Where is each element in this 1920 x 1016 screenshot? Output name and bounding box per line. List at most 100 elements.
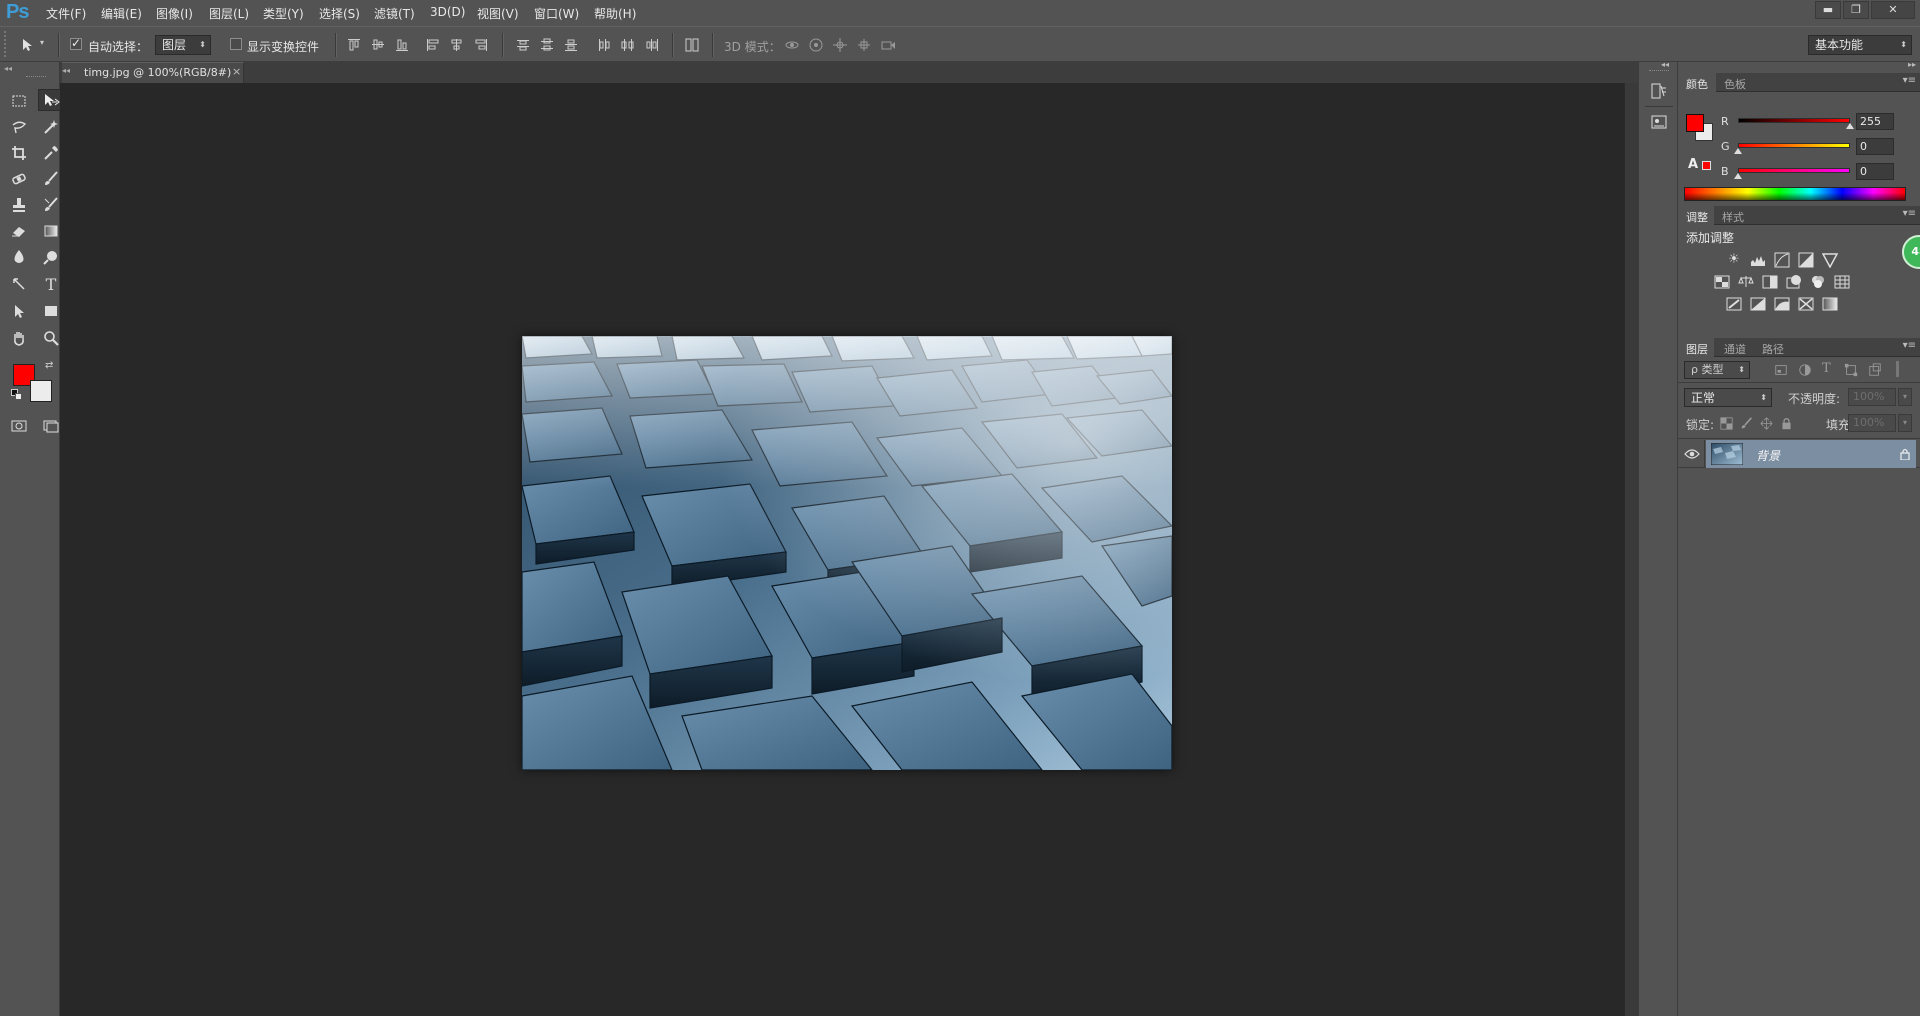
grip-handle[interactable]: [1649, 70, 1669, 71]
blur-tool[interactable]: [6, 246, 32, 268]
collapse-dock-icon[interactable]: ▸▸: [1908, 60, 1916, 69]
exposure-icon[interactable]: [1798, 252, 1814, 268]
background-color-swatch[interactable]: [30, 380, 52, 402]
distribute-right-icon[interactable]: [644, 37, 660, 53]
layer-row[interactable]: 背景: [1678, 440, 1920, 468]
rect-marquee-tool[interactable]: [6, 90, 32, 112]
layer-name[interactable]: 背景: [1756, 447, 1780, 464]
tab-paths[interactable]: 路径: [1762, 341, 1784, 357]
move-tool-preset-icon[interactable]: [20, 37, 36, 53]
gamut-warning-swatch[interactable]: [1702, 161, 1711, 170]
3d-pan-icon[interactable]: [832, 37, 848, 53]
3d-scale-icon[interactable]: [880, 37, 896, 53]
panel-menu-icon[interactable]: ▾≡: [1903, 208, 1916, 219]
align-bottom-icon[interactable]: [394, 37, 410, 53]
channel-mixer-icon[interactable]: [1810, 274, 1826, 290]
menu-help[interactable]: 帮助(H): [594, 5, 636, 22]
distribute-hcenter-icon[interactable]: [620, 37, 636, 53]
filter-shape-icon[interactable]: [1844, 363, 1858, 377]
color-spectrum-ramp[interactable]: [1684, 187, 1906, 201]
close-button[interactable]: ✕: [1871, 1, 1915, 19]
channel-g-track[interactable]: [1738, 143, 1850, 148]
history-panel-icon[interactable]: [1650, 82, 1668, 100]
show-transform-checkbox[interactable]: [230, 38, 242, 50]
channel-b-thumb[interactable]: [1734, 173, 1742, 179]
align-left-icon[interactable]: [425, 37, 441, 53]
filter-type-icon[interactable]: T: [1822, 361, 1831, 376]
auto-select-target-select[interactable]: 图层 ⬍: [155, 35, 211, 55]
fill-input[interactable]: 100%: [1848, 414, 1896, 432]
lasso-tool[interactable]: [6, 116, 32, 138]
curves-icon[interactable]: [1774, 252, 1790, 268]
lock-image-icon[interactable]: [1740, 417, 1753, 430]
tab-swatches[interactable]: 色板: [1724, 76, 1746, 92]
distribute-vcenter-icon[interactable]: [539, 37, 555, 53]
grip-handle[interactable]: [26, 76, 46, 77]
collapse-toolbox-icon[interactable]: ◂◂: [4, 64, 44, 73]
default-colors-icon[interactable]: [11, 389, 23, 401]
channel-g-input[interactable]: 0: [1856, 138, 1894, 155]
hue-saturation-icon[interactable]: [1714, 274, 1730, 290]
layer-filter-kind-select[interactable]: ρ 类型 ⬍: [1684, 361, 1750, 379]
3d-roll-icon[interactable]: [808, 37, 824, 53]
menu-file[interactable]: 文件(F): [46, 5, 86, 22]
photo-filter-icon[interactable]: [1786, 274, 1802, 290]
menu-edit[interactable]: 编辑(E): [101, 5, 142, 22]
3d-orbit-icon[interactable]: [784, 37, 800, 53]
distribute-top-icon[interactable]: [515, 37, 531, 53]
document-tab[interactable]: timg.jpg @ 100%(RGB/8#) ×: [62, 62, 244, 83]
posterize-icon[interactable]: [1750, 296, 1766, 312]
tab-channels[interactable]: 通道: [1724, 341, 1746, 357]
align-vcenter-icon[interactable]: [370, 37, 386, 53]
filter-toggle[interactable]: [1896, 361, 1906, 377]
3d-slide-icon[interactable]: [856, 37, 872, 53]
align-right-icon[interactable]: [473, 37, 489, 53]
lock-position-icon[interactable]: [1760, 417, 1773, 430]
filter-adjustment-icon[interactable]: [1798, 363, 1812, 377]
menu-layer[interactable]: 图层(L): [209, 5, 249, 22]
hand-tool[interactable]: [6, 327, 32, 349]
document-image[interactable]: [522, 336, 1172, 770]
tab-layers[interactable]: 图层: [1686, 341, 1708, 357]
opacity-input[interactable]: 100%: [1848, 388, 1896, 406]
auto-select-checkbox[interactable]: [70, 36, 82, 50]
auto-align-layers-icon[interactable]: [684, 37, 700, 53]
menu-3d[interactable]: 3D(D): [430, 5, 465, 19]
expand-dock-icon[interactable]: ◂◂: [1661, 60, 1669, 69]
filter-pixel-icon[interactable]: [1774, 363, 1788, 377]
lock-all-icon[interactable]: [1780, 417, 1793, 430]
grip-handle[interactable]: [4, 31, 12, 57]
canvas-area[interactable]: [60, 83, 1624, 1016]
panel-menu-icon[interactable]: ▾≡: [1903, 75, 1916, 86]
channel-g-thumb[interactable]: [1734, 148, 1742, 154]
clone-stamp-tool[interactable]: [6, 194, 32, 216]
align-top-icon[interactable]: [346, 37, 362, 53]
quick-mask-tool[interactable]: [6, 415, 32, 437]
eye-visibility-icon[interactable]: [1684, 448, 1700, 460]
channel-b-input[interactable]: 0: [1856, 163, 1894, 180]
menu-type[interactable]: 类型(Y): [263, 5, 304, 22]
color-lookup-icon[interactable]: [1834, 274, 1850, 290]
eraser-tool[interactable]: [6, 220, 32, 242]
menu-view[interactable]: 视图(V): [477, 5, 519, 22]
color-panel-foreground[interactable]: [1686, 114, 1704, 132]
spot-healing-tool[interactable]: [6, 168, 32, 190]
levels-icon[interactable]: [1750, 252, 1766, 268]
lock-transparent-icon[interactable]: [1720, 417, 1733, 430]
menu-filter[interactable]: 滤镜(T): [374, 5, 415, 22]
align-hcenter-icon[interactable]: [449, 37, 465, 53]
notification-badge[interactable]: 48: [1902, 235, 1920, 269]
swap-colors-icon[interactable]: ⇄: [45, 360, 53, 371]
path-selection-tool[interactable]: [6, 274, 32, 296]
properties-panel-icon[interactable]: [1650, 113, 1668, 131]
opacity-dropdown-icon[interactable]: ▾: [1898, 388, 1912, 406]
threshold-icon[interactable]: [1774, 296, 1790, 312]
vibrance-icon[interactable]: [1822, 252, 1838, 268]
tab-styles[interactable]: 样式: [1722, 209, 1744, 225]
collapse-left-icon[interactable]: ◂◂: [62, 66, 70, 75]
blend-mode-select[interactable]: 正常 ⬍: [1684, 388, 1772, 407]
direct-selection-tool[interactable]: [6, 300, 32, 322]
invert-icon[interactable]: [1726, 296, 1742, 312]
close-document-icon[interactable]: ×: [232, 65, 241, 78]
selective-color-icon[interactable]: [1798, 296, 1814, 312]
